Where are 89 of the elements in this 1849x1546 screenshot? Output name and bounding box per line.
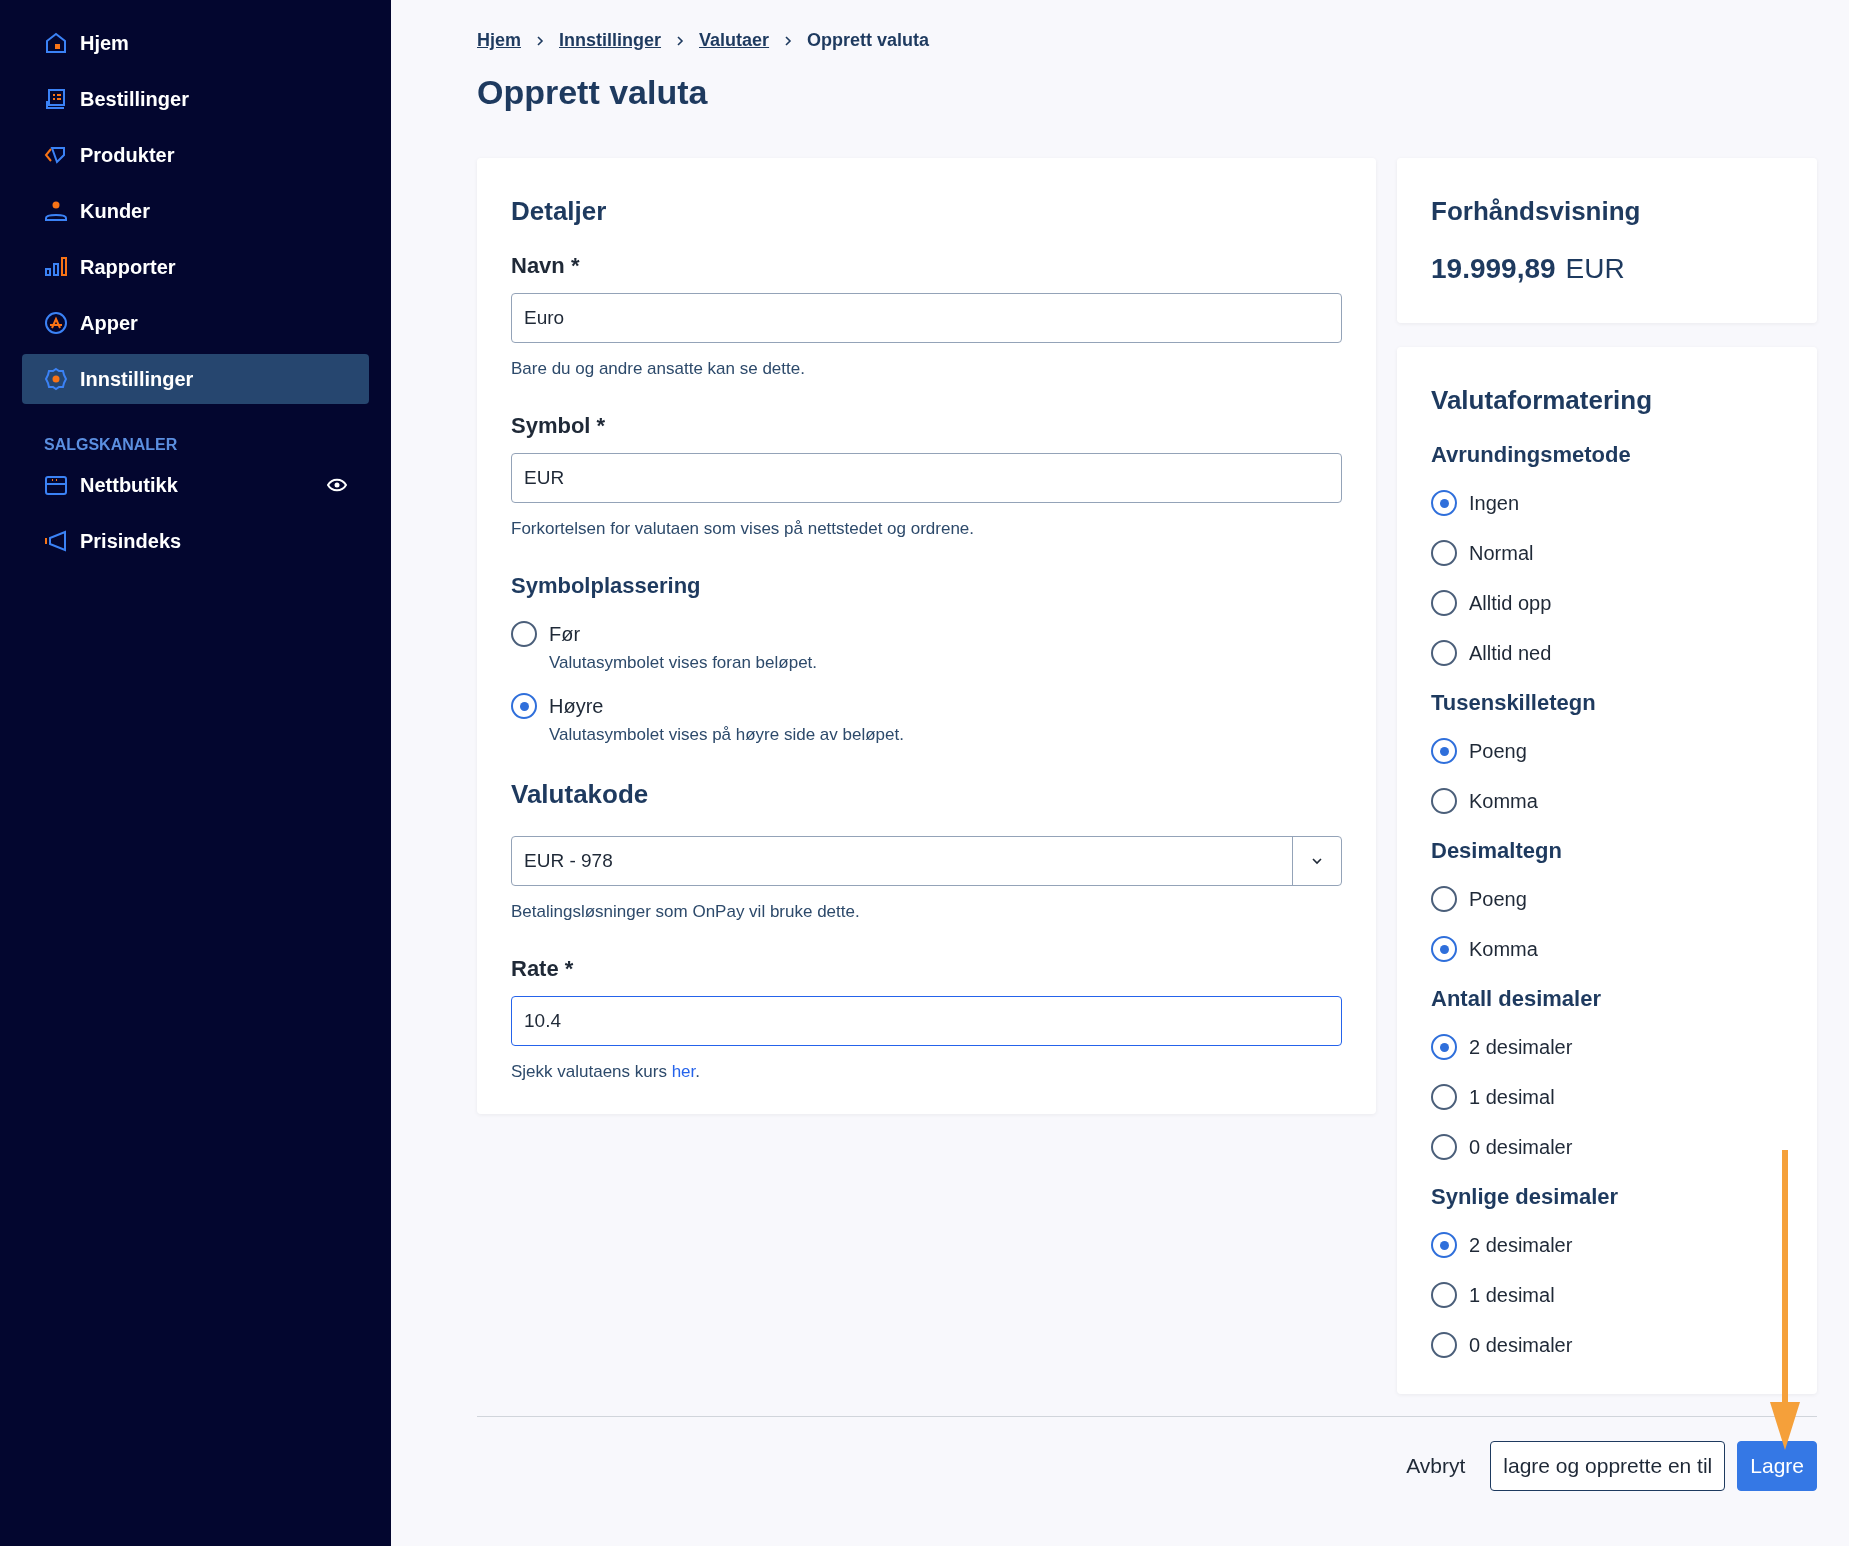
radio-button[interactable] [1431, 1134, 1457, 1160]
radio-label: Komma [1469, 937, 1538, 962]
help-text: Bare du og andre ansatte kan se dette. [511, 359, 806, 379]
chevron-right-icon [535, 34, 545, 47]
sidebar-item[interactable]: Hjem [22, 18, 369, 68]
sidebar-item[interactable]: Rapporter [22, 242, 369, 292]
sidebar-item[interactable]: Apper [22, 298, 369, 348]
radio-label: 0 desimaler [1469, 1135, 1573, 1160]
section-heading: Symbolplassering [511, 573, 702, 599]
radio-button[interactable] [1431, 788, 1457, 814]
text-input[interactable]: EUR [511, 453, 1342, 503]
help-link[interactable]: her [671, 1062, 696, 1081]
person-icon [44, 199, 68, 223]
apps-icon [44, 311, 68, 335]
preview-amount: 19.999,89 [1431, 253, 1556, 285]
radio-label: Komma [1469, 789, 1538, 814]
radio-label: Før [549, 622, 582, 647]
radio-label: 2 desimaler [1469, 1233, 1573, 1258]
radio-button[interactable] [1431, 936, 1457, 962]
radio-label: Høyre [549, 694, 605, 719]
radio-label: 1 desimal [1469, 1283, 1555, 1308]
sidebar-item[interactable]: Kunder [22, 186, 369, 236]
section-heading: Valutakode [511, 779, 650, 810]
home-icon [44, 31, 68, 55]
section-heading: Antall desimaler [1431, 986, 1602, 1012]
sidebar-item[interactable]: Produkter [22, 130, 369, 180]
sidebar-item[interactable]: Nettbutikk [22, 460, 369, 510]
section-heading: Desimaltegn [1431, 838, 1563, 864]
radio-label: Alltid ned [1469, 641, 1552, 666]
help-text: Betalingsløsninger som OnPay vil bruke dette. [511, 902, 861, 922]
radio-label: 0 desimaler [1469, 1333, 1573, 1358]
card-title: Forhåndsvisning [1431, 196, 1642, 227]
radio-button[interactable] [1431, 738, 1457, 764]
card-title: Valutaformatering [1431, 385, 1654, 416]
currency-code: EUR [1565, 253, 1625, 285]
radio-button[interactable] [511, 693, 537, 719]
radio-button[interactable] [511, 621, 537, 647]
text-input[interactable]: 10.4 [511, 996, 1342, 1046]
card-title: Detaljer [511, 196, 608, 227]
currency-select[interactable]: EUR - 978 [511, 836, 1342, 886]
section-heading: Synlige desimaler [1431, 1184, 1620, 1210]
radio-button[interactable] [1431, 590, 1457, 616]
chevron-right-icon [675, 34, 686, 47]
option-description: Valutasymbolet vises foran beløpet. [549, 653, 818, 673]
section-heading: Tusenskilletegn [1431, 690, 1597, 716]
list-icon [44, 87, 68, 111]
radio-label: Poeng [1469, 739, 1527, 764]
radio-label: Normal [1469, 541, 1534, 566]
megaphone-icon [44, 529, 68, 553]
radio-button[interactable] [1431, 540, 1457, 566]
option-description: Valutasymbolet vises på høyre side av beløpet. [549, 725, 904, 745]
section-title: SALGSKANALER [43, 436, 179, 454]
radio-button[interactable] [1431, 640, 1457, 666]
field-label: Symbol * [511, 413, 607, 439]
field-label: Rate * [511, 956, 575, 982]
cancel-button[interactable]: Avbryt [1393, 1441, 1479, 1491]
radio-button[interactable] [1431, 1084, 1457, 1110]
radio-button[interactable] [1431, 886, 1457, 912]
section-heading: Avrundingsmetode [1431, 442, 1632, 468]
settings-icon [44, 367, 68, 391]
help-text: Sjekk valutaens kurs her. [511, 1062, 701, 1082]
radio-label: 2 desimaler [1469, 1035, 1573, 1060]
breadcrumb-current: Opprett valuta [807, 30, 930, 51]
eye-icon[interactable] [327, 478, 347, 492]
sidebar-item[interactable]: Prisindeks [22, 516, 369, 566]
save-and-new-button[interactable]: lagre og opprette en til [1490, 1441, 1726, 1491]
help-text: Forkortelsen for valutaen som vises på nettstedet og ordrene. [511, 519, 976, 539]
chevron-right-icon [783, 34, 794, 47]
radio-button[interactable] [1431, 1232, 1457, 1258]
field-label: Navn * [511, 253, 581, 279]
save-button[interactable]: Lagre [1737, 1441, 1817, 1491]
sidebar-item[interactable]: Bestillinger [22, 74, 369, 124]
store-icon [44, 473, 68, 497]
radio-label: Ingen [1469, 491, 1520, 516]
breadcrumb-link[interactable]: Hjem [477, 30, 521, 51]
text-input[interactable]: Euro [511, 293, 1342, 343]
breadcrumb-link[interactable]: Valutaer [699, 30, 770, 51]
radio-label: Alltid opp [1469, 591, 1552, 616]
radio-button[interactable] [1431, 1282, 1457, 1308]
breadcrumb-link[interactable]: Innstillinger [559, 30, 662, 51]
chevron-down-icon [1311, 857, 1323, 865]
radio-button[interactable] [1431, 1034, 1457, 1060]
radio-button[interactable] [1431, 490, 1457, 516]
bar-chart-icon [44, 255, 68, 279]
sidebar-item[interactable]: Innstillinger [22, 354, 369, 404]
radio-button[interactable] [1431, 1332, 1457, 1358]
radio-label: Poeng [1469, 887, 1527, 912]
radio-label: 1 desimal [1469, 1085, 1555, 1110]
page-title: Opprett valuta [477, 73, 709, 112]
